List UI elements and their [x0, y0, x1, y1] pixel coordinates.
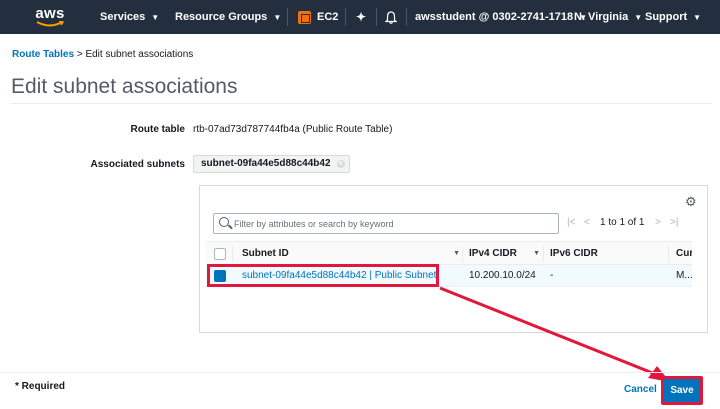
required-note: * Required — [15, 381, 66, 392]
account-menu[interactable]: awsstudent @ 0302-2741-1718 ▼ — [415, 0, 587, 34]
cell-current: M... — [676, 270, 692, 281]
save-button[interactable]: Save — [661, 376, 703, 405]
pager-text: 1 to 1 of 1 — [600, 217, 645, 228]
resource-groups-menu[interactable]: Resource Groups ▼ — [175, 0, 281, 34]
footer-divider — [0, 372, 720, 373]
col-header-ipv4[interactable]: IPv4 CIDR ▼ — [469, 242, 540, 266]
top-nav-bar: aws Services ▼ Resource Groups ▼ EC2 ✦ a… — [0, 0, 720, 34]
cancel-button[interactable]: Cancel — [624, 384, 657, 395]
sort-icon: ▼ — [453, 250, 460, 257]
prev-page-icon[interactable]: < — [584, 217, 590, 228]
route-table-label: Route table — [130, 124, 185, 135]
nav-divider — [287, 8, 288, 26]
breadcrumb: Route Tables > Edit subnet associations — [12, 49, 193, 60]
pin-icon[interactable]: ✦ — [356, 0, 366, 34]
bell-icon-glyph — [385, 10, 397, 24]
aws-logo[interactable]: aws — [30, 0, 70, 34]
column-divider — [668, 246, 669, 262]
col-header-current-label: Curr — [676, 248, 692, 259]
row-highlight-annotation — [207, 264, 439, 287]
services-label: Services — [100, 11, 146, 23]
sort-icon: ▼ — [533, 250, 540, 257]
breadcrumb-route-tables[interactable]: Route Tables — [12, 49, 74, 60]
page-title: Edit subnet associations — [11, 75, 238, 98]
aws-smile-icon — [36, 20, 64, 26]
col-header-current[interactable]: Curr — [676, 242, 692, 266]
breadcrumb-separator: > — [76, 49, 83, 60]
account-label: awsstudent @ 0302-2741-1718 — [415, 11, 574, 23]
column-divider — [232, 246, 233, 262]
cell-ipv6-cidr: - — [550, 270, 554, 281]
first-page-icon[interactable]: |< — [567, 217, 575, 228]
chevron-down-icon: ▼ — [693, 12, 702, 22]
chevron-down-icon: ▼ — [634, 12, 643, 22]
services-menu[interactable]: Services ▼ — [100, 0, 159, 34]
region-menu[interactable]: N. Virginia ▼ — [574, 0, 642, 34]
route-table-value: rtb-07ad73d787744fb4a (Public Route Tabl… — [193, 124, 393, 135]
table-header: Subnet ID ▼ IPv4 CIDR ▼ IPv6 CIDR Curr — [206, 241, 692, 265]
chevron-down-icon: ▼ — [151, 12, 160, 22]
col-header-ipv6[interactable]: IPv6 CIDR — [550, 242, 666, 266]
ec2-icon — [298, 10, 311, 24]
nav-divider — [406, 8, 407, 26]
associated-subnet-token-text: subnet-09fa44e5d88c44b42 — [201, 158, 331, 169]
associated-subnets-label: Associated subnets — [90, 159, 185, 170]
nav-divider — [345, 8, 346, 26]
select-all-checkbox[interactable] — [214, 248, 226, 260]
col-header-subnet-id-label: Subnet ID — [242, 248, 289, 259]
cell-ipv4-cidr: 10.200.10.0/24 — [469, 270, 536, 281]
ec2-label: EC2 — [317, 11, 339, 23]
gear-icon[interactable]: ⚙ — [685, 194, 697, 210]
column-divider — [543, 246, 544, 262]
col-header-subnet-id[interactable]: Subnet ID ▼ — [242, 242, 460, 266]
associated-subnet-token: subnet-09fa44e5d88c44b42 ✕ — [193, 155, 350, 173]
next-page-icon[interactable]: > — [655, 217, 661, 228]
support-menu[interactable]: Support ▼ — [645, 0, 701, 34]
resource-groups-label: Resource Groups — [175, 11, 268, 23]
col-header-ipv4-label: IPv4 CIDR — [469, 248, 517, 259]
bell-icon[interactable] — [385, 0, 397, 34]
filter-input[interactable] — [234, 217, 554, 231]
aws-logo-text: aws — [35, 4, 65, 22]
search-icon — [219, 217, 229, 227]
remove-token-icon[interactable]: ✕ — [336, 160, 345, 168]
breadcrumb-current: Edit subnet associations — [85, 49, 194, 60]
title-divider — [11, 103, 711, 104]
last-page-icon[interactable]: >| — [670, 217, 678, 228]
region-label: N. Virginia — [574, 11, 629, 23]
filter-search-box — [213, 213, 559, 234]
support-label: Support — [645, 11, 688, 23]
nav-divider — [376, 8, 377, 26]
col-header-ipv6-label: IPv6 CIDR — [550, 248, 598, 259]
ec2-shortcut[interactable]: EC2 — [298, 0, 338, 34]
column-divider — [462, 246, 463, 262]
chevron-down-icon: ▼ — [273, 12, 282, 22]
